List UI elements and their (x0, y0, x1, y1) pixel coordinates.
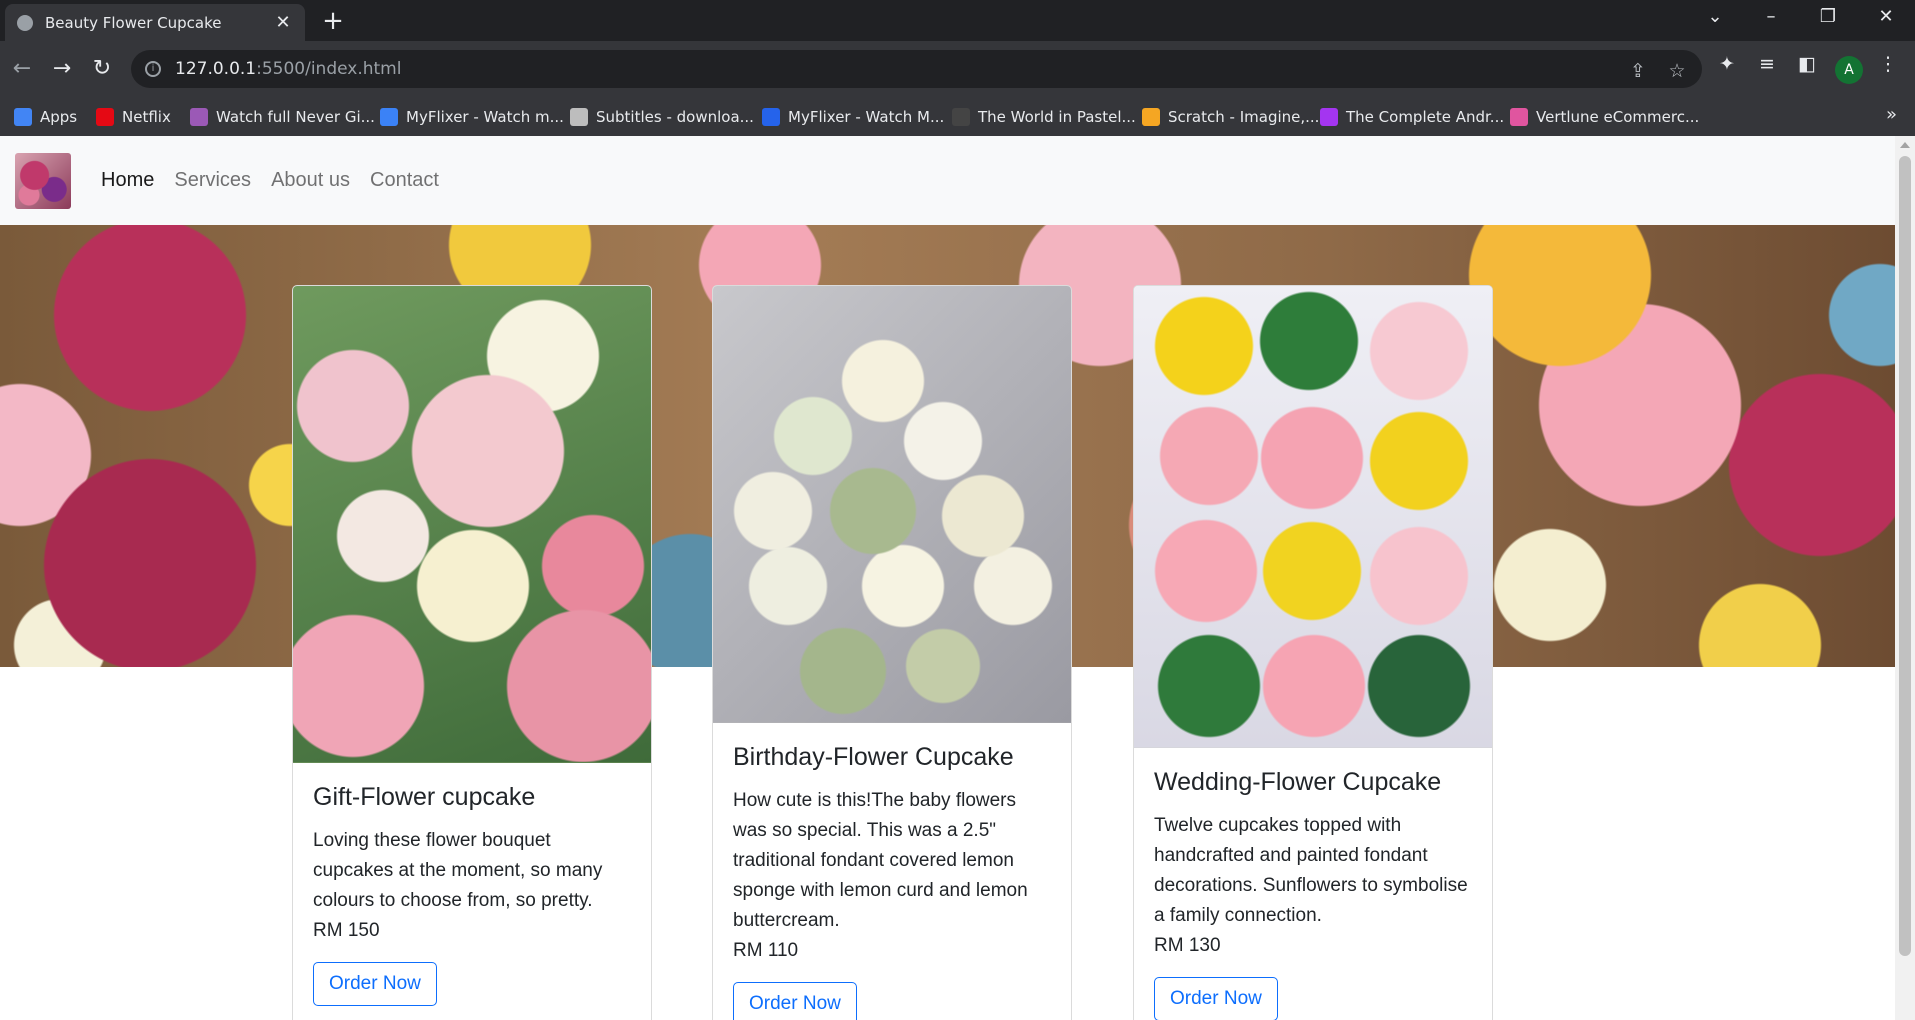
bookmark-favicon-icon (1320, 108, 1338, 126)
close-tab-icon[interactable]: ✕ (273, 12, 293, 33)
url-text: 127.0.0.1:5500/index.html (175, 59, 402, 79)
profile-avatar[interactable]: A (1835, 56, 1863, 84)
order-now-button[interactable]: Order Now (733, 982, 857, 1020)
product-card-gift: Gift-Flower cupcake Loving these flower … (292, 285, 652, 1020)
page-scrollbar[interactable] (1895, 136, 1915, 1020)
bookmark-favicon-icon (380, 108, 398, 126)
browser-chrome: Beauty Flower Cupcake ✕ + ⌄ – ❐ ✕ ← → ↻ … (0, 0, 1915, 136)
card-body: Wedding-Flower Cupcake Twelve cupcakes t… (1134, 748, 1492, 1020)
card-description: Twelve cupcakes topped with handcrafted … (1154, 815, 1468, 926)
card-title: Gift-Flower cupcake (313, 783, 536, 811)
page-viewport: Home Services About us Contact Gift-Flow… (0, 136, 1895, 1020)
bookmark-netflix[interactable]: Netflix (96, 104, 171, 130)
product-card-birthday: Birthday-Flower Cupcake How cute is this… (712, 285, 1072, 1020)
bookmark-favicon-icon (190, 108, 208, 126)
card-price: RM 130 (1154, 935, 1221, 956)
side-panel-icon[interactable]: ◧ (1793, 53, 1821, 75)
card-price: RM 150 (313, 920, 380, 941)
bookmark-item[interactable]: MyFlixer - Watch m... (380, 104, 564, 130)
nav-link-contact[interactable]: Contact (370, 169, 439, 192)
back-icon[interactable]: ← (6, 53, 38, 85)
bookmark-favicon-icon (1510, 108, 1528, 126)
extensions-icon[interactable]: ✦ (1713, 53, 1741, 75)
product-card-wedding: Wedding-Flower Cupcake Twelve cupcakes t… (1133, 285, 1493, 1020)
reload-icon[interactable]: ↻ (86, 53, 118, 85)
order-now-button[interactable]: Order Now (313, 962, 437, 1006)
bookmark-item[interactable]: Watch full Never Gi... (190, 104, 375, 130)
tab-strip: Beauty Flower Cupcake ✕ + ⌄ – ❐ ✕ (0, 0, 1915, 41)
new-tab-button[interactable]: + (318, 7, 348, 35)
bookmark-star-icon[interactable]: ☆ (1664, 60, 1690, 82)
card-description: How cute is this!The baby flowers was so… (733, 790, 1028, 931)
nav-link-about[interactable]: About us (271, 169, 350, 192)
bookmark-favicon-icon (762, 108, 780, 126)
apps-icon (14, 108, 32, 126)
site-info-icon[interactable]: i (145, 61, 161, 77)
card-title: Birthday-Flower Cupcake (733, 743, 1014, 771)
restore-button[interactable]: ❐ (1813, 6, 1843, 27)
address-bar[interactable]: i 127.0.0.1:5500/index.html ⇪ ☆ (131, 50, 1702, 88)
bookmark-item[interactable]: Scratch - Imagine,... (1142, 104, 1319, 130)
bookmark-favicon-icon (1142, 108, 1160, 126)
scrollbar-thumb[interactable] (1899, 156, 1911, 956)
more-bookmarks-icon[interactable]: » (1886, 104, 1897, 125)
menu-kebab-icon[interactable]: ⋮ (1874, 53, 1902, 75)
birthday-cupcake-image (713, 286, 1071, 723)
globe-icon (17, 14, 33, 31)
card-title: Wedding-Flower Cupcake (1154, 768, 1442, 796)
nav-link-services[interactable]: Services (174, 169, 251, 192)
card-price: RM 110 (733, 940, 799, 961)
wedding-cupcake-image (1134, 286, 1492, 748)
close-window-button[interactable]: ✕ (1871, 6, 1901, 27)
share-icon[interactable]: ⇪ (1625, 60, 1651, 82)
browser-tab[interactable]: Beauty Flower Cupcake ✕ (5, 4, 305, 41)
forward-icon[interactable]: → (46, 53, 78, 85)
tab-search-icon[interactable]: ⌄ (1700, 6, 1730, 27)
bookmark-favicon-icon (952, 108, 970, 126)
bookmark-item[interactable]: Subtitles - downloa... (570, 104, 754, 130)
brand-logo[interactable] (15, 152, 71, 209)
card-body: Gift-Flower cupcake Loving these flower … (293, 763, 651, 1020)
site-navbar: Home Services About us Contact (0, 136, 1895, 225)
card-description: Loving these flower bouquet cupcakes at … (313, 830, 603, 911)
bookmark-item[interactable]: The World in Pastel... (952, 104, 1136, 130)
bookmark-item[interactable]: MyFlixer - Watch M... (762, 104, 944, 130)
netflix-icon (96, 108, 114, 126)
nav-link-home[interactable]: Home (101, 169, 154, 192)
tab-title: Beauty Flower Cupcake (45, 13, 222, 32)
gift-cupcake-image (293, 286, 651, 763)
order-now-button[interactable]: Order Now (1154, 977, 1278, 1020)
scroll-up-arrow-icon[interactable] (1900, 142, 1910, 148)
minimize-button[interactable]: – (1756, 6, 1786, 27)
bookmarks-bar: Apps Netflix Watch full Never Gi... MyFl… (0, 98, 1915, 136)
browser-toolbar: ← → ↻ i 127.0.0.1:5500/index.html ⇪ ☆ (0, 41, 1915, 98)
card-body: Birthday-Flower Cupcake How cute is this… (713, 723, 1071, 1020)
bookmark-item[interactable]: The Complete Andr... (1320, 104, 1504, 130)
bookmark-apps[interactable]: Apps (14, 104, 77, 130)
bookmark-favicon-icon (570, 108, 588, 126)
media-controls-icon[interactable]: ≡ (1753, 53, 1781, 75)
bookmark-item[interactable]: Vertlune eCommerc... (1510, 104, 1699, 130)
